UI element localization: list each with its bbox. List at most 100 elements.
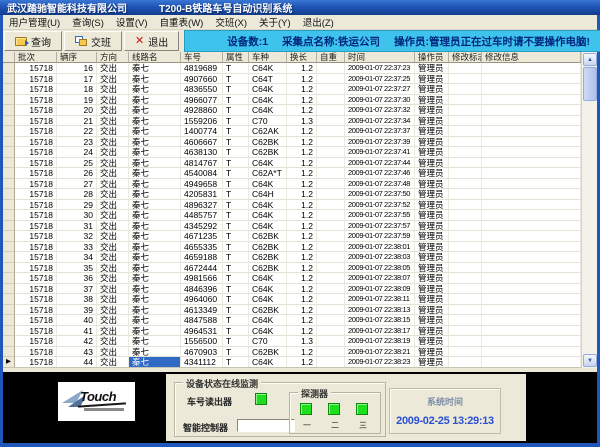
cell[interactable]: 4613349 — [181, 305, 223, 316]
table-row[interactable]: 1571839交出秦七4613349TC62BK1.22009-01-07 22… — [3, 305, 581, 316]
cell[interactable]: 2009-01-07 22:38:17 — [345, 326, 415, 337]
cell[interactable]: 1.2 — [287, 137, 317, 148]
cell[interactable]: 15718 — [15, 357, 57, 368]
cell[interactable]: 15718 — [15, 273, 57, 284]
cell[interactable]: 17 — [57, 74, 97, 85]
cell[interactable]: C64K — [249, 294, 287, 305]
cell[interactable]: 4966077 — [181, 95, 223, 106]
cell[interactable] — [449, 252, 482, 263]
table-row[interactable]: 1571820交出秦七4928860TC64K1.22009-01-07 22:… — [3, 105, 581, 116]
cell[interactable]: 管理员 — [415, 158, 449, 169]
cell[interactable]: T — [223, 273, 249, 284]
cell[interactable]: 1.2 — [287, 158, 317, 169]
cell[interactable]: 交出 — [97, 210, 129, 221]
cell[interactable] — [449, 210, 482, 221]
cell[interactable]: 4836550 — [181, 84, 223, 95]
cell[interactable]: 2009-01-07 22:37:32 — [345, 105, 415, 116]
cell[interactable]: T — [223, 315, 249, 326]
cell[interactable]: C64K — [249, 84, 287, 95]
cell[interactable]: T — [223, 158, 249, 169]
cell[interactable] — [317, 200, 345, 211]
cell[interactable]: T — [223, 221, 249, 232]
cell[interactable] — [449, 200, 482, 211]
cell[interactable]: 37 — [57, 284, 97, 295]
cell[interactable] — [317, 221, 345, 232]
cell[interactable]: 1.2 — [287, 95, 317, 106]
cell[interactable] — [482, 116, 581, 127]
cell[interactable] — [449, 74, 482, 85]
table-row[interactable]: 1571818交出秦七4836550TC64K1.22009-01-07 22:… — [3, 84, 581, 95]
cell[interactable]: 15718 — [15, 189, 57, 200]
cell[interactable] — [449, 326, 482, 337]
cell[interactable]: 交出 — [97, 147, 129, 158]
cell[interactable]: C62BK — [249, 242, 287, 253]
cell[interactable] — [317, 252, 345, 263]
cell[interactable]: 4485757 — [181, 210, 223, 221]
cell[interactable]: 秦七 — [129, 126, 181, 137]
cell[interactable]: 管理员 — [415, 179, 449, 190]
cell[interactable]: 管理员 — [415, 336, 449, 347]
cell[interactable] — [317, 242, 345, 253]
cell[interactable]: 交出 — [97, 305, 129, 316]
cell[interactable]: 秦七 — [129, 105, 181, 116]
cell[interactable] — [482, 126, 581, 137]
cell[interactable]: 4540084 — [181, 168, 223, 179]
cell[interactable]: T — [223, 294, 249, 305]
cell[interactable]: C64K — [249, 357, 287, 368]
cell[interactable]: C62AK — [249, 126, 287, 137]
query-button[interactable]: 查询 — [4, 31, 62, 51]
cell[interactable]: 管理员 — [415, 357, 449, 368]
cell[interactable]: 24 — [57, 147, 97, 158]
cell[interactable]: 4671235 — [181, 231, 223, 242]
cell[interactable] — [449, 231, 482, 242]
cell[interactable]: C64H — [249, 189, 287, 200]
cell[interactable]: 1.2 — [287, 242, 317, 253]
cell[interactable]: 15718 — [15, 137, 57, 148]
cell[interactable]: 44 — [57, 357, 97, 368]
cell[interactable] — [317, 179, 345, 190]
cell[interactable]: 4846396 — [181, 284, 223, 295]
cell[interactable]: T — [223, 116, 249, 127]
cell[interactable]: 1.2 — [287, 168, 317, 179]
cell[interactable]: C64K — [249, 326, 287, 337]
menu-item[interactable]: 自重表(W) — [154, 15, 210, 29]
cell[interactable]: C64K — [249, 221, 287, 232]
cell[interactable]: 4638130 — [181, 147, 223, 158]
cell[interactable]: T — [223, 179, 249, 190]
cell[interactable]: 32 — [57, 231, 97, 242]
cell[interactable]: 管理员 — [415, 168, 449, 179]
cell[interactable]: C64K — [249, 179, 287, 190]
cell[interactable]: 交出 — [97, 84, 129, 95]
cell[interactable]: 34 — [57, 252, 97, 263]
cell[interactable]: 2009-01-07 22:38:07 — [345, 273, 415, 284]
cell[interactable] — [449, 347, 482, 358]
cell[interactable] — [449, 284, 482, 295]
cell[interactable] — [317, 95, 345, 106]
cell[interactable]: 1.3 — [287, 336, 317, 347]
cell[interactable]: 40 — [57, 315, 97, 326]
cell[interactable]: 15718 — [15, 263, 57, 274]
cell[interactable]: 交出 — [97, 284, 129, 295]
cell[interactable]: 秦七 — [129, 231, 181, 242]
table-row[interactable]: 1571842交出秦七1556500TC701.32009-01-07 22:3… — [3, 336, 581, 347]
cell[interactable]: 交出 — [97, 179, 129, 190]
cell[interactable] — [317, 273, 345, 284]
cell[interactable]: 15718 — [15, 284, 57, 295]
column-header[interactable]: 修改信息 — [482, 52, 581, 63]
cell[interactable]: 交出 — [97, 126, 129, 137]
cell[interactable]: 管理员 — [415, 315, 449, 326]
cell[interactable]: 15718 — [15, 242, 57, 253]
cell[interactable] — [482, 357, 581, 368]
cell[interactable] — [482, 242, 581, 253]
cell[interactable]: 1.3 — [287, 116, 317, 127]
table-row[interactable]: 1571828交出秦七4205831TC64H1.22009-01-07 22:… — [3, 189, 581, 200]
cell[interactable]: C64K — [249, 105, 287, 116]
scroll-up-button[interactable]: ▲ — [583, 53, 597, 66]
cell[interactable]: 4981566 — [181, 273, 223, 284]
cell[interactable]: T — [223, 305, 249, 316]
shift-change-button[interactable]: 交班 — [64, 31, 122, 51]
table-row[interactable]: 1571817交出秦七4907660TC64T1.22009-01-07 22:… — [3, 74, 581, 85]
cell[interactable] — [317, 284, 345, 295]
table-row[interactable]: 1571816交出秦七4819689TC64K1.22009-01-07 22:… — [3, 63, 581, 74]
cell[interactable]: 2009-01-07 22:37:48 — [345, 179, 415, 190]
